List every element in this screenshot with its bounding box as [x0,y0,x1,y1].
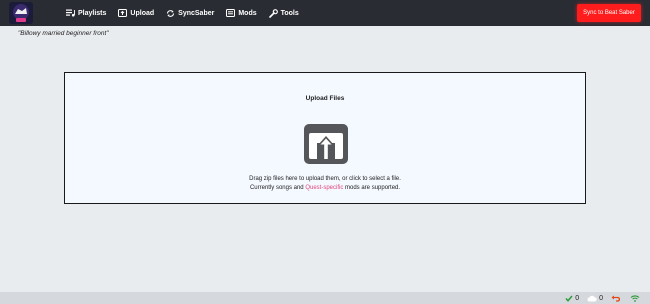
status-bar: 0 0 [0,292,650,304]
nav-upload[interactable]: Upload [118,9,154,17]
status-undo[interactable] [611,295,622,302]
sync-to-beat-saber-button[interactable]: Sync to Beat Saber [577,4,641,22]
playlist-icon [66,9,75,17]
nav-mods[interactable]: Mods [226,9,257,17]
nav-tools-label: Tools [280,9,299,17]
wifi-icon [630,294,640,302]
nav-tools[interactable]: Tools [268,8,299,18]
checkmark-icon [565,295,573,302]
cloud-icon [587,295,597,301]
nav-mods-label: Mods [238,9,257,17]
upload-dropzone[interactable]: Upload Files Drag zip files here to uplo… [64,72,586,204]
nav-playlists[interactable]: Playlists [66,9,106,17]
dropzone-line2-suffix: mods are supported. [343,184,401,191]
status-connection[interactable] [630,294,642,302]
dropzone-line2: Currently songs and Quest-specific mods … [65,184,585,193]
top-navbar: Playlists Upload SyncSaber Mods Tools Sy… [0,0,650,26]
status-done[interactable]: 0 [565,295,579,302]
nav-playlists-label: Playlists [78,9,107,17]
status-done-count: 0 [575,294,580,302]
mods-icon [226,9,236,17]
dropzone-line1: Drag zip files here to upload them, or c… [249,176,401,182]
quest-specific-link[interactable]: Quest-specific [305,185,343,191]
upload-box-icon [304,124,348,164]
dropzone-title: Upload Files [305,95,345,102]
status-cloud-count: 0 [599,294,603,302]
main-nav: Playlists Upload SyncSaber Mods Tools [66,8,311,18]
undo-icon [611,295,620,302]
dropzone-line2-prefix: Currently songs and [249,184,306,191]
upload-icon [118,9,128,17]
sync-icon [167,9,175,17]
page-subtitle: "Billowy married beginner front" [18,30,109,37]
wrench-icon [268,8,278,18]
status-cloud[interactable]: 0 [587,295,603,302]
nav-syncsaber[interactable]: SyncSaber [166,9,214,18]
app-logo[interactable] [6,0,36,26]
dropzone-instructions: Drag zip files here to upload them, or c… [65,175,585,192]
nav-upload-label: Upload [130,9,155,17]
nav-syncsaber-label: SyncSaber [178,9,215,17]
